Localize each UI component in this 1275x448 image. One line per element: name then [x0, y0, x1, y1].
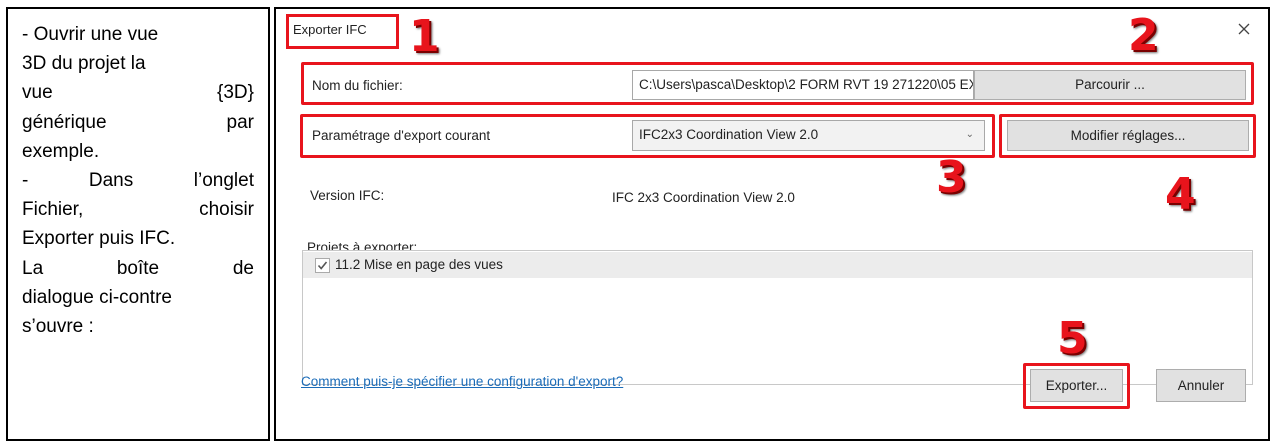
instruction-line: 3D du projet la — [22, 53, 146, 75]
instruction-line: La boîte de — [22, 254, 254, 283]
instruction-line: s’ouvre : — [22, 315, 94, 337]
instruction-word: par — [226, 111, 254, 133]
instructions-paragraph: - Ouvrir une vue 3D du projet la vue {3D} gé… — [22, 20, 254, 341]
instruction-line: - Ouvrir une vue — [22, 24, 159, 45]
chevron-down-icon: ⌄ — [965, 129, 974, 140]
version-value: IFC 2x3 Coordination View 2.0 — [612, 190, 795, 205]
close-icon[interactable] — [1234, 19, 1254, 39]
export-button[interactable]: Exporter... — [1030, 369, 1123, 402]
browse-button[interactable]: Parcourir ... — [974, 70, 1246, 100]
annotation-number-2: 2 — [1128, 10, 1159, 61]
setup-dropdown[interactable]: IFC2x3 Coordination View 2.0 ⌄ — [632, 120, 985, 151]
instruction-word: boîte — [116, 257, 160, 279]
instruction-word: générique — [22, 111, 107, 133]
annotation-number-3: 3 — [936, 152, 967, 203]
instruction-word: Fichier, — [22, 199, 84, 221]
setup-label: Paramétrage d'export courant — [312, 128, 491, 143]
filename-field[interactable]: C:\Users\pasca\Desktop\2 FORM RVT 19 271… — [632, 70, 974, 100]
instruction-line: dialogue ci-contre — [22, 286, 172, 308]
instruction-line: vue {3D} — [22, 78, 254, 107]
modify-settings-button[interactable]: Modifier réglages... — [1007, 120, 1249, 151]
instruction-word: La — [22, 257, 44, 279]
filename-label: Nom du fichier: — [312, 78, 403, 93]
instruction-word: Dans — [88, 169, 134, 191]
instruction-line: Exporter puis IFC. — [22, 228, 176, 250]
instruction-word: - — [22, 169, 29, 191]
help-link[interactable]: Comment puis-je spécifier une configurat… — [301, 373, 623, 391]
instruction-line: - Dans l’onglet — [22, 166, 254, 195]
instruction-word: {3D} — [217, 82, 254, 104]
instruction-word: de — [232, 257, 254, 279]
instruction-word: choisir — [199, 199, 254, 221]
setup-dropdown-value: IFC2x3 Coordination View 2.0 — [639, 127, 819, 142]
project-label: 11.2 Mise en page des vues — [335, 257, 503, 272]
instruction-word: l’onglet — [193, 169, 254, 191]
version-label: Version IFC: — [310, 188, 385, 203]
instruction-word: vue — [22, 82, 53, 104]
export-ifc-dialog: Exporter IFC 1 2 Nom du fichier: C:\User… — [286, 10, 1261, 435]
instruction-line: générique par — [22, 108, 254, 137]
instruction-line: exemple. — [22, 140, 100, 162]
annotation-number-4: 4 — [1165, 169, 1196, 220]
annotation-number-5: 5 — [1057, 313, 1088, 364]
cancel-button[interactable]: Annuler — [1156, 369, 1246, 402]
list-item[interactable]: 11.2 Mise en page des vues — [303, 252, 1252, 278]
project-checkbox[interactable] — [315, 258, 330, 273]
annotation-number-1: 1 — [409, 11, 440, 62]
instruction-line: Fichier, choisir — [22, 195, 254, 224]
annotation-box-1 — [286, 14, 399, 49]
